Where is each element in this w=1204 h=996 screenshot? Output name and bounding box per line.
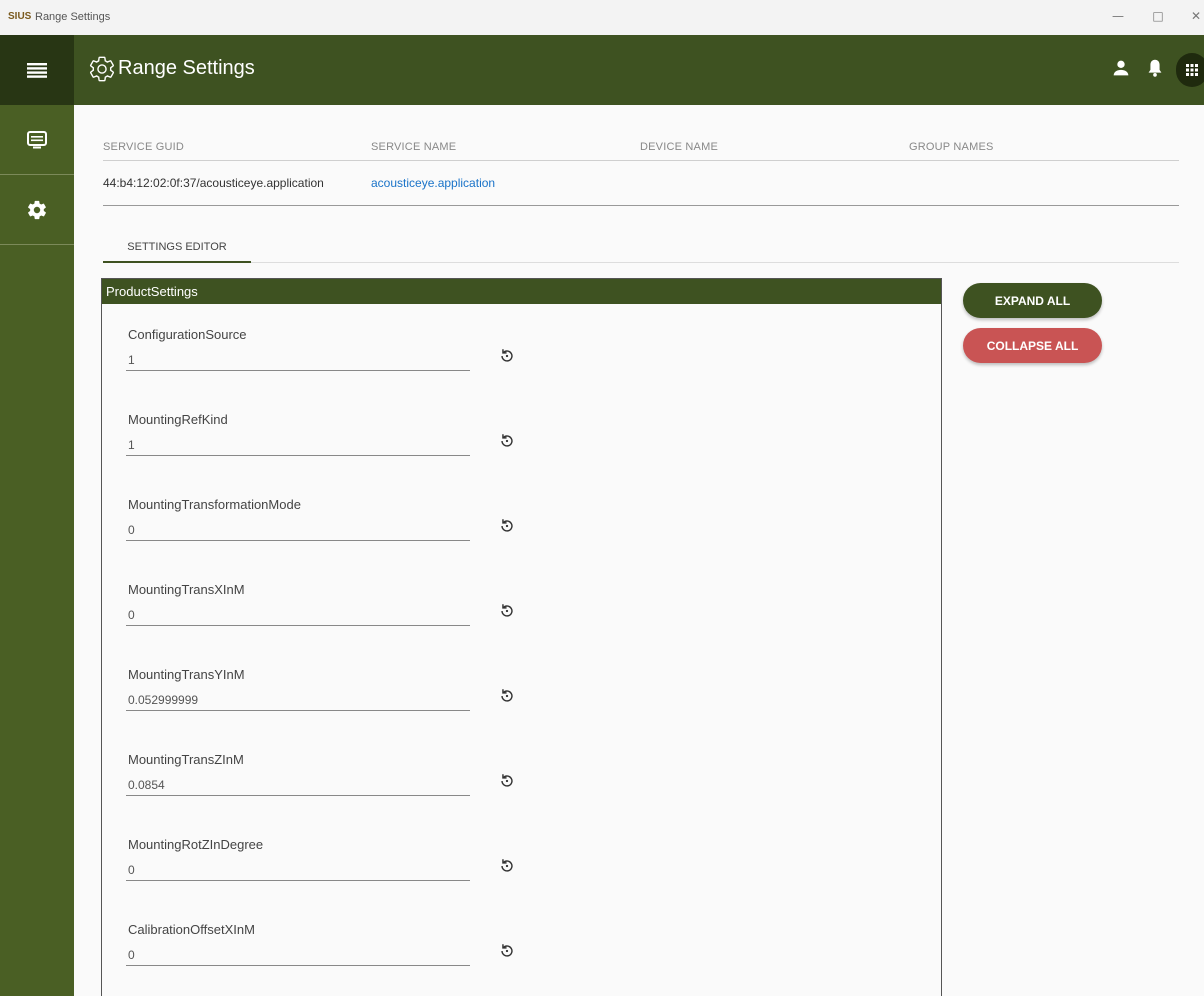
column-group-names: GROUP NAMES (909, 141, 994, 153)
close-button[interactable]: ✕ (1188, 8, 1204, 24)
menu-icon (27, 63, 47, 78)
setting-field: MountingRotZInDegree (126, 837, 513, 897)
tab-bar: SETTINGS EDITOR (103, 233, 1179, 263)
sidebar (0, 35, 74, 996)
field-label: MountingRotZInDegree (128, 837, 264, 852)
app-logo: SIUS (8, 11, 32, 22)
field-label: MountingTransXInM (128, 582, 245, 597)
reset-icon[interactable] (498, 517, 516, 535)
settings-cog-icon (89, 56, 115, 82)
setting-field: MountingTransYInM (126, 667, 513, 727)
tab-settings-editor[interactable]: SETTINGS EDITOR (103, 233, 251, 263)
service-guid-cell: 44:b4:12:02:0f:37/acousticeye.applicatio… (103, 176, 324, 190)
notifications-button[interactable] (1144, 57, 1166, 83)
setting-field: MountingTransformationMode (126, 497, 513, 557)
field-label: ConfigurationSource (128, 327, 247, 342)
field-label: MountingTransYInM (128, 667, 245, 682)
page-title: Range Settings (118, 57, 255, 79)
field-label: MountingRefKind (128, 412, 228, 427)
setting-field: MountingTransXInM (126, 582, 513, 642)
field-input[interactable] (126, 772, 470, 796)
user-button[interactable] (1110, 57, 1132, 83)
setting-field: CalibrationOffsetXInM (126, 922, 513, 982)
sidebar-item-monitor[interactable] (0, 105, 74, 175)
column-service-guid: SERVICE GUID (103, 141, 185, 153)
product-settings-panel: ProductSettings ConfigurationSource Moun… (101, 278, 942, 996)
panel-header[interactable]: ProductSettings (102, 279, 941, 304)
reset-icon[interactable] (498, 772, 516, 790)
field-label: MountingTransformationMode (128, 497, 301, 512)
app-header: Range Settings (74, 35, 1204, 105)
reset-icon[interactable] (498, 857, 516, 875)
service-table-header: SERVICE GUID SERVICE NAME DEVICE NAME GR… (103, 137, 1179, 161)
field-input[interactable] (126, 687, 470, 711)
field-input[interactable] (126, 942, 470, 966)
reset-icon[interactable] (498, 602, 516, 620)
setting-field: MountingTransZInM (126, 752, 513, 812)
field-label: MountingTransZInM (128, 752, 244, 767)
monitor-icon (27, 130, 47, 148)
table-row[interactable]: 44:b4:12:02:0f:37/acousticeye.applicatio… (103, 170, 1179, 206)
reset-icon[interactable] (498, 942, 516, 960)
window-title: Range Settings (35, 11, 111, 23)
apps-button[interactable] (1176, 53, 1204, 87)
column-device-name: DEVICE NAME (640, 141, 718, 153)
reset-icon[interactable] (498, 687, 516, 705)
field-input[interactable] (126, 857, 470, 881)
window-titlebar: SIUS Range Settings — □ ✕ (0, 0, 1204, 35)
field-input[interactable] (126, 517, 470, 541)
field-input[interactable] (126, 432, 470, 456)
collapse-all-button[interactable]: COLLAPSE ALL (963, 328, 1102, 363)
expand-all-button[interactable]: EXPAND ALL (963, 283, 1102, 318)
reset-icon[interactable] (498, 347, 516, 365)
maximize-button[interactable]: □ (1150, 8, 1166, 24)
column-service-name: SERVICE NAME (371, 141, 457, 153)
setting-field: ConfigurationSource (126, 327, 513, 387)
gear-icon (28, 200, 46, 219)
bell-icon (1148, 59, 1162, 77)
reset-icon[interactable] (498, 432, 516, 450)
user-icon (1113, 60, 1129, 76)
field-input[interactable] (126, 347, 470, 371)
apps-grid-icon (1186, 64, 1198, 76)
field-label: CalibrationOffsetXInM (128, 922, 255, 937)
service-name-link[interactable]: acousticeye.application (371, 176, 495, 190)
field-input[interactable] (126, 602, 470, 626)
minimize-button[interactable]: — (1110, 8, 1126, 24)
sidebar-item-settings[interactable] (0, 175, 74, 245)
setting-field: MountingRefKind (126, 412, 513, 472)
hamburger-menu-button[interactable] (0, 35, 74, 105)
panel-title: ProductSettings (106, 284, 198, 299)
